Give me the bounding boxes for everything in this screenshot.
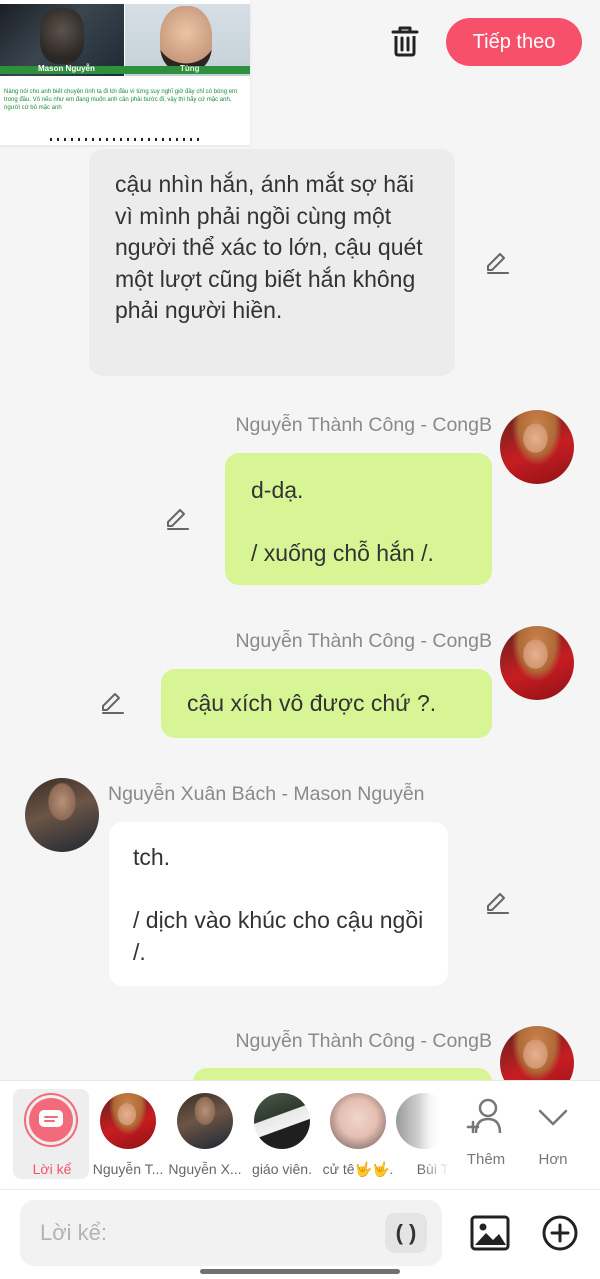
character-congb[interactable]: Nguyễn T... <box>89 1089 167 1179</box>
edit-icon[interactable] <box>164 506 190 532</box>
trash-icon <box>391 26 419 57</box>
sender-name: Nguyễn Thành Công - CongB <box>235 630 492 652</box>
avatar-congb[interactable] <box>500 626 574 700</box>
chat-bubble-icon <box>39 1110 63 1127</box>
character-giao-vien[interactable]: giáo viên. <box>243 1089 321 1179</box>
cover-dots <box>50 138 200 141</box>
plus-circle-icon <box>542 1215 578 1251</box>
edit-icon[interactable] <box>99 690 125 716</box>
character-mason[interactable]: Nguyễn X... <box>166 1089 244 1179</box>
avatar-mason[interactable] <box>25 778 99 852</box>
edit-icon[interactable] <box>484 250 510 276</box>
sender-name: Nguyễn Thành Công - CongB <box>235 1030 492 1052</box>
image-button[interactable] <box>469 1212 511 1254</box>
message-input[interactable]: Lời kể: <box>20 1200 442 1266</box>
image-icon <box>470 1215 510 1251</box>
more-button[interactable]: Hơn <box>521 1093 585 1173</box>
character-label: giáo viên. <box>252 1161 312 1177</box>
message-bubble[interactable]: cậu xích vô được chứ ?. <box>161 669 492 738</box>
cover-story-text: Nàng nói cho anh biết chuyện tình ta đi … <box>4 89 238 111</box>
character-narrator[interactable]: Lời kể <box>13 1089 89 1179</box>
next-button[interactable]: Tiếp theo <box>446 18 582 66</box>
story-cover-image: Mason Nguyễn Tùng Nàng nói cho anh biết … <box>0 0 250 145</box>
add-person-icon <box>466 1098 502 1134</box>
character-avatar <box>330 1093 386 1149</box>
character-avatar <box>254 1093 310 1149</box>
action-parentheses-button[interactable]: ( ) <box>385 1213 427 1253</box>
character-label: Nguyễn T... <box>92 1161 164 1177</box>
add-character-button[interactable]: Thêm <box>454 1093 518 1173</box>
sender-name: Nguyễn Xuân Bách - Mason Nguyễn <box>108 783 425 805</box>
message-bubble[interactable]: tch. / dịch vào khúc cho cậu ngồi /. <box>109 822 448 986</box>
character-label: cử tê🤟🤟. <box>322 1161 394 1177</box>
chevron-down-icon <box>538 1109 568 1126</box>
character-label: Nguyễn X... <box>168 1161 242 1177</box>
sender-name: Nguyễn Thành Công - CongB <box>235 414 492 436</box>
input-bar: Lời kể: ( ) <box>0 1189 600 1279</box>
home-indicator <box>200 1269 400 1274</box>
character-label: Lời kể <box>32 1161 72 1177</box>
character-avatar <box>100 1093 156 1149</box>
character-cu-te[interactable]: cử tê🤟🤟. <box>319 1089 397 1179</box>
edit-icon[interactable] <box>484 890 510 916</box>
character-bar: Lời kể Nguyễn T... Nguyễn X... giáo viên… <box>0 1080 600 1189</box>
add-button[interactable] <box>539 1212 581 1254</box>
narrator-avatar <box>24 1093 78 1147</box>
message-bubble[interactable]: d-dạ. / xuống chỗ hắn /. <box>225 453 492 585</box>
delete-button[interactable] <box>386 22 424 60</box>
add-label: Thêm <box>466 1151 506 1168</box>
cover-name-left: Mason Nguyễn <box>38 64 95 73</box>
cover-name-right: Tùng <box>180 64 200 73</box>
more-label: Hơn <box>538 1151 568 1168</box>
scroll-fade <box>420 1081 450 1181</box>
avatar-congb[interactable] <box>500 410 574 484</box>
character-avatar <box>177 1093 233 1149</box>
narration-bubble[interactable]: cậu nhìn hắn, ánh mắt sợ hãi vì mình phả… <box>89 149 455 376</box>
